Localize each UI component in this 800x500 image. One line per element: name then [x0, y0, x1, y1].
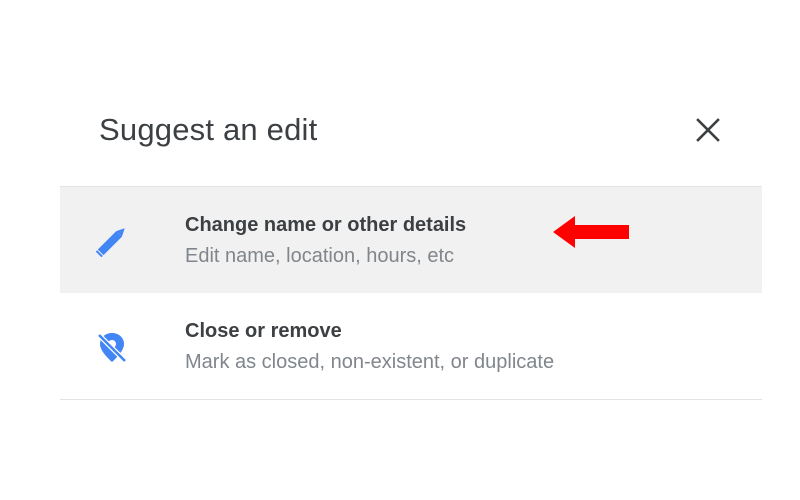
option-icon-wrapper: [92, 327, 132, 367]
dialog-header: Suggest an edit: [60, 72, 762, 186]
option-title: Close or remove: [185, 320, 342, 342]
option-change-details[interactable]: Change name or other details Edit name, …: [60, 186, 762, 294]
suggest-edit-dialog: Suggest an edit Change name or other det…: [60, 72, 762, 428]
option-close-remove[interactable]: Close or remove Mark as closed, non-exis…: [60, 293, 762, 400]
option-icon-wrapper: [92, 221, 132, 261]
screenshot-stage: Suggest an edit Change name or other det…: [0, 0, 800, 500]
option-description: Edit name, location, hours, etc: [185, 245, 455, 267]
dialog-title: Suggest an edit: [99, 112, 318, 147]
close-button[interactable]: [688, 110, 728, 150]
red-arrow-icon: [553, 216, 629, 248]
pencil-icon: [95, 228, 125, 258]
option-title: Change name or other details: [185, 214, 467, 236]
option-description: Mark as closed, non-existent, or duplica…: [185, 351, 555, 373]
location-off-icon: [97, 333, 127, 363]
close-icon: [696, 118, 720, 142]
